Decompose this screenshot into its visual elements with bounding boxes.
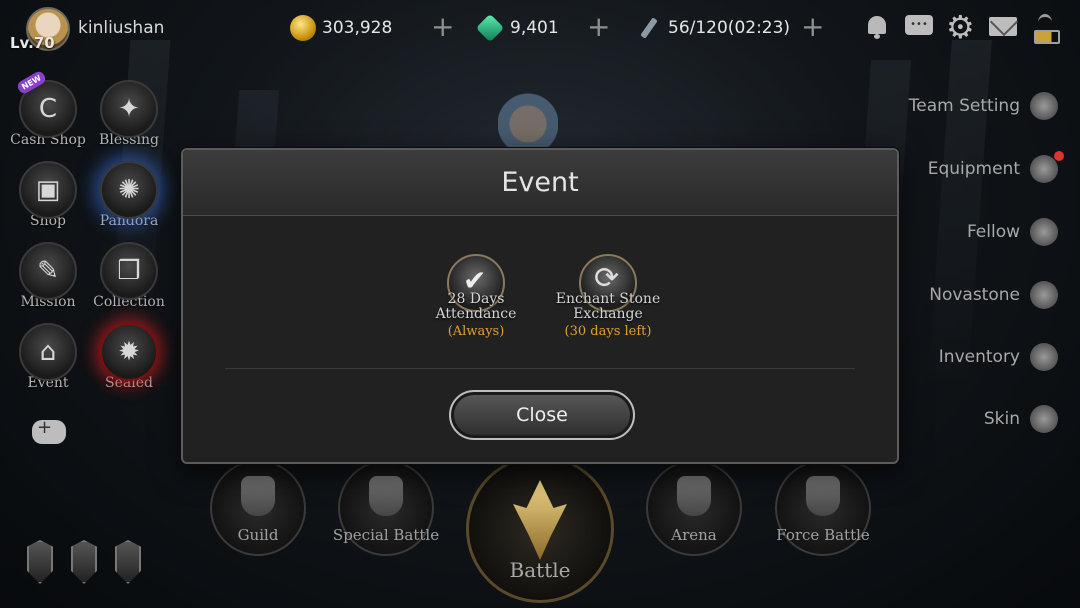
gear-icon[interactable]: [946, 8, 976, 46]
menu-label: Force Battle: [776, 526, 870, 544]
menu-event[interactable]: ⌂ Event: [10, 323, 86, 391]
dialog-divider: [225, 368, 855, 369]
gem-amount: 9,401: [510, 18, 559, 38]
event-duration: (30 days left): [564, 324, 652, 339]
pandora-icon: ✺: [100, 161, 158, 219]
menu-guild[interactable]: Guild: [210, 460, 306, 556]
bag-icon: [1030, 343, 1058, 371]
menu-arena[interactable]: Arena: [646, 460, 742, 556]
stamina-icon: [636, 15, 662, 41]
blessing-icon: ✦: [100, 80, 158, 138]
stone-icon: [1030, 281, 1058, 309]
event-duration: (Always): [447, 324, 505, 339]
menu-skin[interactable]: Skin: [984, 405, 1058, 433]
menu-shop[interactable]: ▣ Shop: [10, 161, 86, 229]
battle-button[interactable]: Battle: [466, 455, 614, 603]
menu-collection[interactable]: ❒ Collection: [91, 242, 167, 310]
menu-mission[interactable]: ✎ Mission: [10, 242, 86, 310]
event-dialog: Event 28 Days Attendance (Always) Enchan…: [181, 148, 899, 464]
close-button[interactable]: Close: [449, 390, 635, 440]
menu-label: Inventory: [938, 347, 1020, 367]
chat-icon[interactable]: [904, 12, 934, 42]
menu-special-battle[interactable]: Special Battle: [333, 460, 439, 556]
menu-label: Novastone: [929, 285, 1020, 305]
menu-sealed[interactable]: ✹ Sealed: [91, 323, 167, 391]
wifi-battery-icon: [1030, 12, 1060, 44]
menu-blessing[interactable]: ✦ Blessing: [91, 80, 167, 148]
stamina-amount: 56/120(02:23): [668, 18, 791, 38]
menu-fellow[interactable]: Fellow: [967, 218, 1058, 246]
menu-label: Special Battle: [332, 526, 440, 544]
event-enchant-exchange[interactable]: Enchant Stone Exchange (30 days left): [538, 254, 678, 339]
menu-label: Guild: [237, 526, 279, 544]
coin-icon: [290, 15, 316, 41]
menu-cash-shop[interactable]: C NEW Cash Shop: [10, 69, 86, 148]
menu-inventory[interactable]: Inventory: [939, 343, 1058, 371]
stamina-counter: 56/120(02:23): [636, 13, 790, 43]
helmet-icon: [1030, 218, 1058, 246]
gold-amount: 303,928: [322, 18, 393, 38]
event-name: Enchant Stone Exchange: [555, 291, 661, 322]
top-icon-group: [862, 8, 1060, 46]
guild-icon: [241, 476, 275, 516]
event-attendance[interactable]: 28 Days Attendance (Always): [406, 254, 546, 339]
mail-icon[interactable]: [988, 12, 1018, 42]
team-icon: [1030, 92, 1058, 120]
menu-pandora[interactable]: ✺ Pandora: [91, 161, 167, 229]
dialog-header: Event: [183, 150, 897, 216]
menu-label: Fellow: [966, 222, 1020, 242]
book-icon: ❒: [100, 242, 158, 300]
seal-icon: ✹: [100, 323, 158, 381]
menu-force-battle[interactable]: Force Battle: [775, 460, 871, 556]
battle-label: Battle: [509, 558, 571, 582]
menu-label: Arena: [671, 526, 717, 544]
gold-counter: 303,928: [290, 13, 392, 43]
chest-icon: ▣: [19, 161, 77, 219]
menu-label: Skin: [983, 409, 1020, 429]
menu-label: Equipment: [927, 159, 1020, 179]
add-gold-button[interactable]: +: [431, 13, 454, 41]
dialog-title: Event: [501, 167, 579, 198]
event-name: 28 Days Attendance: [435, 291, 517, 322]
player-level: Lv.70: [10, 34, 55, 52]
menu-novastone[interactable]: Novastone: [929, 281, 1058, 309]
gamepad-icon[interactable]: [32, 417, 66, 444]
player-name: kinliushan: [78, 18, 165, 38]
menu-equipment[interactable]: Equipment: [927, 151, 1064, 183]
gem-icon: [475, 13, 505, 43]
castle-icon: [369, 476, 403, 516]
armor-icon: [1030, 405, 1058, 433]
force-battle-icon: [806, 476, 840, 516]
cash-shop-icon: C NEW: [15, 69, 77, 138]
arena-icon: [677, 476, 711, 516]
add-gem-button[interactable]: +: [587, 13, 610, 41]
gift-icon: ⌂: [19, 323, 77, 381]
menu-label: Team Setting: [908, 96, 1020, 116]
gem-counter: 9,401: [475, 13, 559, 43]
crossed-swords-icon: [1030, 151, 1064, 183]
add-stamina-button[interactable]: +: [801, 13, 824, 41]
menu-team-setting[interactable]: Team Setting: [909, 92, 1058, 120]
scroll-icon: ✎: [19, 242, 77, 300]
battle-emblem-icon: [513, 480, 567, 560]
bell-icon[interactable]: [862, 12, 892, 42]
top-bar: Lv.70 kinliushan 303,928 + 9,401 + 56/12…: [0, 0, 1080, 58]
notification-dot: [1054, 151, 1064, 161]
